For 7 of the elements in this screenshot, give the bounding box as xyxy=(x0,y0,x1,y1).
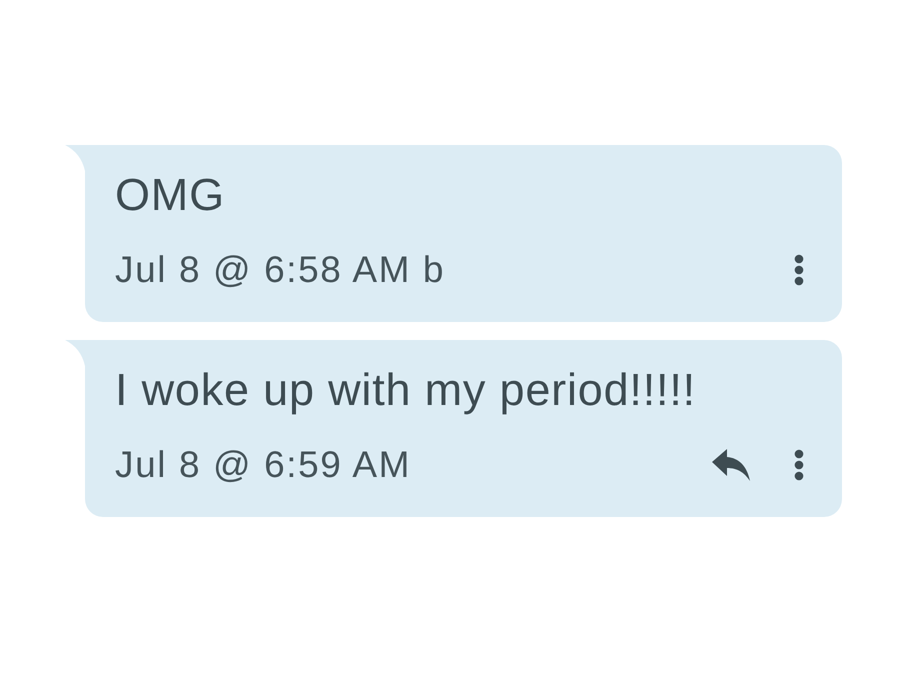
reply-arrow-icon[interactable] xyxy=(712,449,750,481)
message-text: OMG xyxy=(115,169,226,221)
kebab-menu-icon[interactable] xyxy=(794,449,804,481)
message-timestamp: Jul 8 @ 6:58 AM b xyxy=(115,248,446,292)
message-timestamp: Jul 8 @ 6:59 AM xyxy=(115,443,412,487)
message-text: I woke up with my period!!!!! xyxy=(115,364,697,416)
kebab-menu-icon[interactable] xyxy=(794,254,804,286)
